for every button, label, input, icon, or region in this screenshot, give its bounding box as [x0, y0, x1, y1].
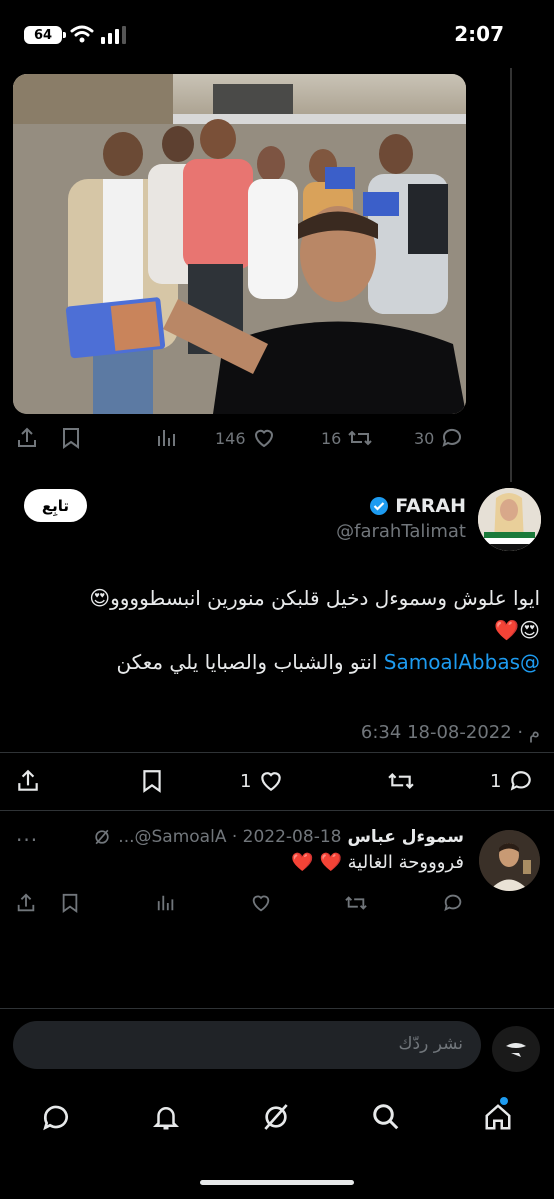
bookmark-icon — [143, 770, 161, 793]
like-button-reply[interactable] — [250, 892, 272, 914]
retweet-icon — [345, 896, 367, 910]
verified-badge-icon — [370, 497, 389, 515]
tab-notifications[interactable] — [146, 1097, 186, 1137]
like-count: 1 — [240, 770, 252, 792]
avatar-image — [478, 488, 541, 551]
author-handle[interactable]: @farahTalimat — [336, 521, 466, 542]
bookmark-icon — [63, 428, 79, 449]
tweet-body: ايوا علوش وسموءل دخيل قلبكن منورين انبسط… — [12, 582, 540, 678]
analytics-icon — [158, 430, 175, 446]
share-button-reply[interactable] — [15, 892, 37, 914]
reply-button[interactable]: 1 — [490, 768, 535, 794]
reply-input[interactable]: نشر ردّك — [399, 1034, 463, 1054]
author-name: FARAH — [395, 495, 466, 517]
views-button-reply[interactable] — [156, 892, 176, 914]
tweet-line-3-text: انتو والشباب والصبايا يلي معكن — [116, 650, 384, 674]
thread-line — [510, 68, 512, 482]
retweet-icon — [388, 772, 414, 790]
reply-handle-date: ...@SamoalA · 2022-08-18 — [118, 827, 342, 847]
author-avatar[interactable] — [478, 488, 541, 551]
tab-home[interactable] — [478, 1097, 518, 1137]
analytics-icon — [157, 895, 174, 911]
reply-button-quoted[interactable]: 30 — [414, 426, 464, 450]
retweet-icon — [348, 430, 373, 446]
views-button-quoted[interactable] — [156, 426, 178, 450]
status-bar: 64 2:07 — [0, 0, 554, 68]
tab-messages[interactable] — [36, 1097, 76, 1137]
home-indicator — [200, 1180, 354, 1185]
bookmark-button-reply[interactable] — [60, 892, 80, 914]
share-icon — [17, 893, 35, 912]
retweet-button[interactable] — [386, 768, 416, 794]
tweet-line-2: 😍❤️ — [494, 618, 540, 642]
reply-icon — [511, 771, 532, 791]
tab-grok[interactable] — [256, 1097, 296, 1137]
reply-text: فروووحة الغالية ❤️ ❤️ — [291, 852, 464, 873]
heart-icon — [254, 429, 273, 448]
heart-icon — [261, 772, 282, 791]
share-icon — [18, 769, 38, 791]
home-icon — [485, 1104, 511, 1130]
divider — [0, 810, 554, 811]
reply-header: ...@SamoalA · 2022-08-18 سموءل عباس — [92, 827, 464, 847]
reply-count: 1 — [490, 770, 502, 792]
reply-count: 30 — [414, 428, 435, 448]
bell-icon — [152, 1107, 180, 1130]
divider — [0, 1008, 554, 1009]
bookmark-button[interactable] — [140, 768, 164, 794]
like-button[interactable]: 1 — [240, 768, 285, 794]
share-button[interactable] — [15, 768, 41, 794]
clock: 2:07 — [454, 22, 504, 46]
heart-icon — [252, 895, 270, 912]
search-icon — [373, 1104, 399, 1130]
home-notification-dot — [500, 1097, 508, 1105]
reply-avatar[interactable] — [479, 830, 540, 891]
signal-icon — [101, 26, 126, 44]
divider — [0, 752, 554, 753]
ai-icon — [506, 1043, 526, 1057]
tweet-line-3: @SamoalAbbas انتو والشباب والصبايا يلي م… — [12, 646, 540, 678]
bookmark-button-quoted[interactable] — [60, 426, 82, 450]
reply-icon — [444, 894, 462, 912]
bookmark-icon — [62, 893, 78, 913]
tweet-photo[interactable] — [13, 74, 466, 414]
battery-icon: 64 — [24, 26, 66, 44]
retweet-button-quoted[interactable]: 16 — [321, 426, 373, 450]
author-name-row[interactable]: FARAH — [369, 495, 466, 517]
reply-icon — [442, 428, 462, 447]
retweet-button-reply[interactable] — [344, 892, 368, 914]
group-selfie-image — [13, 74, 466, 414]
bottom-tab-bar — [0, 1085, 554, 1145]
tab-search[interactable] — [366, 1097, 406, 1137]
follow-button[interactable]: تابِع — [24, 489, 87, 522]
like-button-quoted[interactable]: 146 — [215, 426, 276, 450]
grok-icon — [264, 1104, 288, 1130]
share-icon — [18, 427, 36, 447]
retweet-count: 16 — [321, 428, 342, 448]
tweet-line-1: ايوا علوش وسموءل دخيل قلبكن منورين انبسط… — [89, 586, 540, 610]
chat-bubble-icon — [43, 1105, 68, 1131]
reply-author-name[interactable]: سموءل عباس — [347, 827, 464, 847]
reply-composer[interactable]: نشر ردّك — [13, 1021, 481, 1069]
more-icon[interactable]: ··· — [16, 828, 38, 852]
share-button-quoted[interactable] — [15, 426, 39, 450]
wifi-icon — [70, 25, 94, 43]
grok-compose-icon[interactable] — [492, 1026, 540, 1072]
like-count: 146 — [215, 428, 246, 448]
mention-link[interactable]: @SamoalAbbas — [384, 650, 540, 674]
tweet-timestamp[interactable]: 6:34 م · 2022-08-18 — [361, 722, 540, 743]
reply-avatar-image — [479, 830, 540, 891]
grok-icon[interactable] — [92, 827, 112, 847]
reply-button-reply[interactable] — [442, 892, 464, 914]
